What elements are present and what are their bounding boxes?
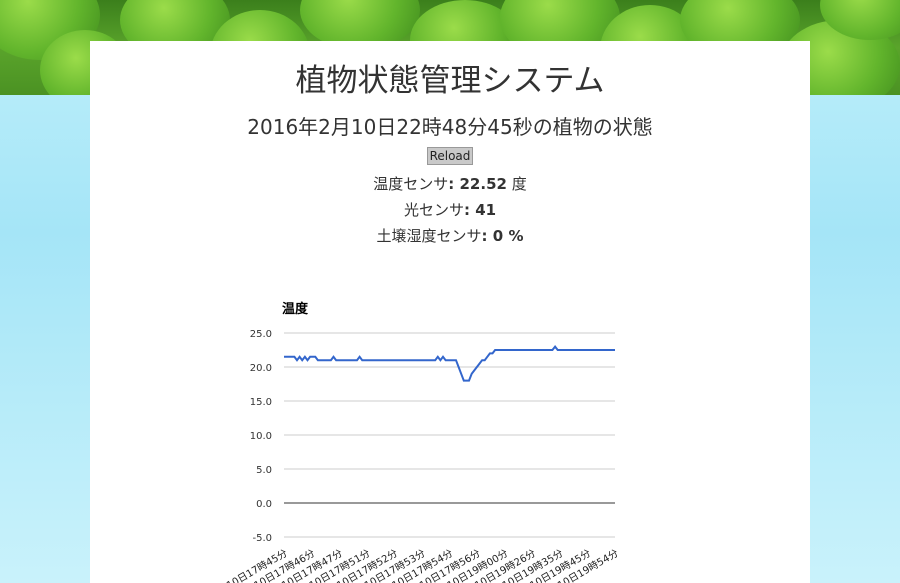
y-tick-label: 0.0	[256, 499, 272, 510]
temperature-sensor-label: 温度センサ	[373, 175, 449, 193]
soil-moisture-sensor-label: 土壌湿度センサ	[376, 227, 482, 245]
temperature-sensor-value: 22.52	[459, 175, 507, 193]
temperature-sensor-unit: 度	[511, 175, 527, 193]
temperature-chart: 温度25.020.015.010.05.00.0-5.02月10日17時45分2…	[210, 301, 620, 583]
chart-title: 温度	[282, 301, 309, 317]
page-title: 植物状態管理システム	[295, 63, 605, 99]
y-tick-label: 10.0	[250, 431, 272, 442]
soil-moisture-sensor-unit: %	[508, 227, 524, 245]
light-sensor-label: 光センサ	[403, 201, 464, 219]
main-panel: 植物状態管理システム 2016年2月10日22時48分45秒の植物の状態 Rel…	[90, 41, 810, 583]
y-tick-label: 15.0	[250, 397, 272, 408]
status-heading: 2016年2月10日22時48分45秒の植物の状態	[247, 115, 653, 139]
y-tick-label: 5.0	[256, 465, 272, 476]
y-tick-label: 20.0	[250, 363, 272, 374]
temperature-sensor-row: 温度センサ: 22.52 度	[373, 175, 527, 193]
y-tick-label: 25.0	[250, 329, 272, 340]
reload-button[interactable]: Reload	[426, 147, 474, 165]
soil-moisture-sensor-value: 0	[492, 227, 504, 245]
soil-moisture-sensor-row: 土壌湿度センサ: 0 %	[376, 227, 524, 245]
temperature-series-line	[284, 344, 615, 382]
light-sensor-value: 41	[475, 201, 497, 219]
light-sensor-row: 光センサ: 41	[403, 201, 497, 219]
y-tick-label: -5.0	[252, 533, 272, 544]
